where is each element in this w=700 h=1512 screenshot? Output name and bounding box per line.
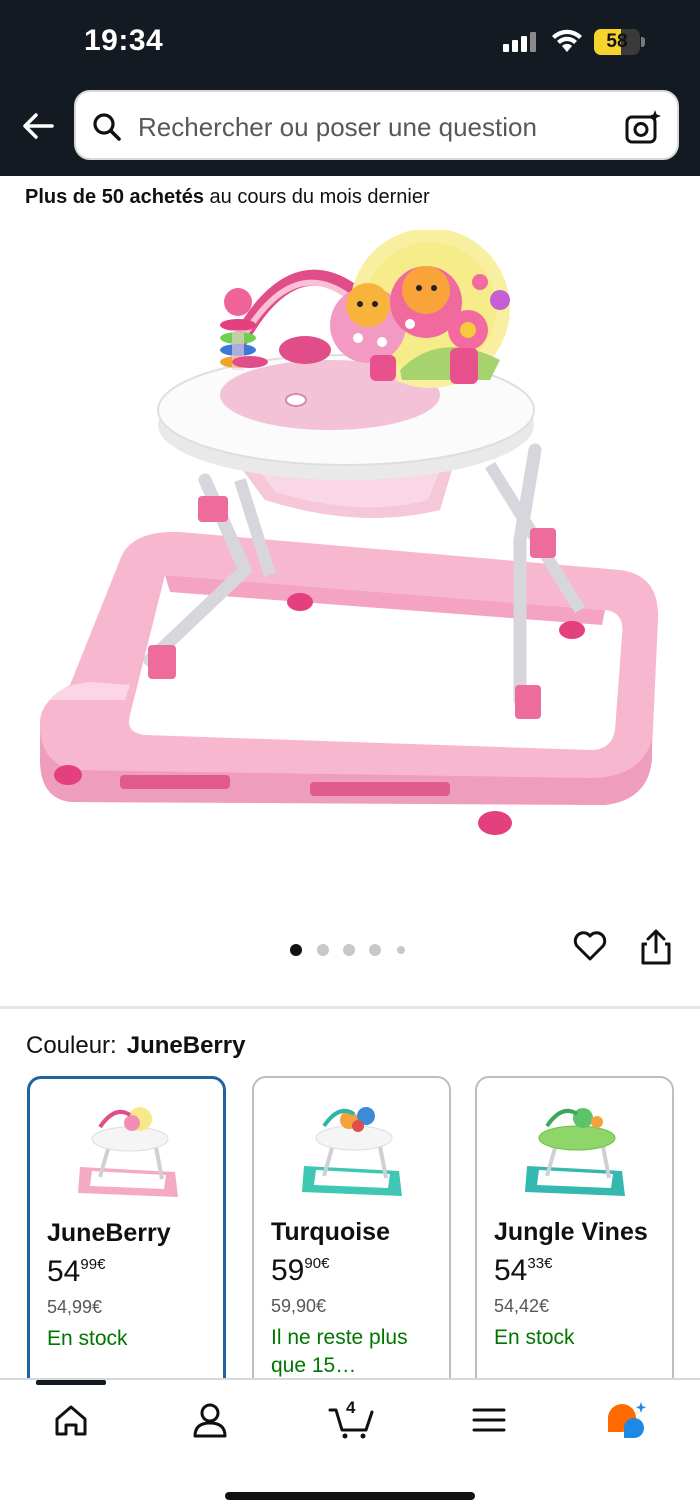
- variant-unit-price: 59,90€: [271, 1296, 327, 1316]
- pagination-dot[interactable]: [317, 944, 329, 956]
- rufus-ai-icon[interactable]: [604, 1400, 648, 1440]
- pagination-dot[interactable]: [343, 944, 355, 956]
- battery-icon: 58: [594, 29, 646, 55]
- cart-count-badge: 4: [346, 1398, 356, 1417]
- battery-level: 58: [606, 31, 628, 52]
- top-bar: 19:34 58 Rechercher ou poser une questio…: [0, 0, 700, 176]
- variant-name: JuneBerry: [47, 1219, 171, 1247]
- variant-price: 5990€: [271, 1254, 329, 1288]
- variant-stock-status: En stock: [494, 1326, 575, 1349]
- variant-name: Jungle Vines: [494, 1218, 648, 1246]
- price-currency: €: [97, 1256, 106, 1273]
- price-currency: €: [544, 1255, 553, 1272]
- price-fraction: 90: [304, 1255, 322, 1272]
- cellular-signal-icon: [503, 30, 539, 52]
- purchase-count-rest: au cours du mois dernier: [203, 186, 430, 208]
- variant-unit-price: 54,42€: [494, 1296, 550, 1316]
- variant-thumbnail: [302, 1107, 402, 1196]
- variant-stock-status: Il ne reste plus que 15…: [271, 1326, 408, 1377]
- camera-search-icon[interactable]: [624, 108, 662, 146]
- selected-color: JuneBerry: [126, 1032, 246, 1059]
- variant-thumbnail: [525, 1108, 625, 1196]
- color-label-row: Couleur: JuneBerry: [26, 1032, 245, 1060]
- menu-icon[interactable]: [469, 1400, 509, 1440]
- color-option-turquoise[interactable]: Turquoise 5990€ 59,90€ Il ne reste plus …: [252, 1076, 451, 1396]
- bottom-navigation: 4: [0, 1378, 700, 1512]
- search-icon: [93, 113, 121, 141]
- search-input[interactable]: Rechercher ou poser une question: [138, 112, 537, 143]
- purchase-count-bold: Plus de 50 achetés: [25, 186, 204, 208]
- share-icon[interactable]: [638, 928, 674, 966]
- price-whole: 59: [271, 1254, 305, 1287]
- search-bar[interactable]: Rechercher ou poser une question: [74, 90, 679, 160]
- variant-thumbnail: [78, 1107, 178, 1197]
- variant-unit-price: 54,99€: [47, 1297, 103, 1317]
- color-option-juneberry[interactable]: JuneBerry 5499€ 54,99€ En stock: [27, 1076, 226, 1396]
- price-fraction: 99: [80, 1256, 98, 1273]
- status-time: 19:34: [84, 24, 164, 57]
- home-indicator: [225, 1492, 475, 1500]
- home-icon[interactable]: [51, 1400, 91, 1440]
- account-icon[interactable]: [190, 1400, 230, 1440]
- variant-price: 5433€: [494, 1254, 552, 1288]
- variant-name: Turquoise: [271, 1218, 390, 1246]
- variant-price: 5499€: [47, 1255, 105, 1289]
- wifi-icon: [552, 29, 582, 52]
- pagination-dot[interactable]: [397, 946, 405, 954]
- purchase-count-text: Plus de 50 achetés au cours du mois dern…: [25, 186, 430, 209]
- price-currency: €: [321, 1255, 330, 1272]
- product-image[interactable]: [30, 230, 670, 890]
- color-label: Couleur:: [26, 1032, 117, 1059]
- back-arrow-icon[interactable]: [18, 106, 58, 146]
- price-whole: 54: [47, 1255, 81, 1288]
- section-divider: [0, 1006, 700, 1009]
- variant-stock-status: En stock: [47, 1327, 128, 1350]
- pagination-dot[interactable]: [369, 944, 381, 956]
- active-tab-indicator: [36, 1380, 106, 1385]
- image-pagination[interactable]: [290, 942, 410, 958]
- price-fraction: 33: [527, 1255, 545, 1272]
- pagination-dot[interactable]: [290, 944, 302, 956]
- color-option-jungle-vines[interactable]: Jungle Vines 5433€ 54,42€ En stock: [475, 1076, 674, 1396]
- heart-icon[interactable]: [572, 928, 608, 964]
- price-whole: 54: [494, 1254, 528, 1287]
